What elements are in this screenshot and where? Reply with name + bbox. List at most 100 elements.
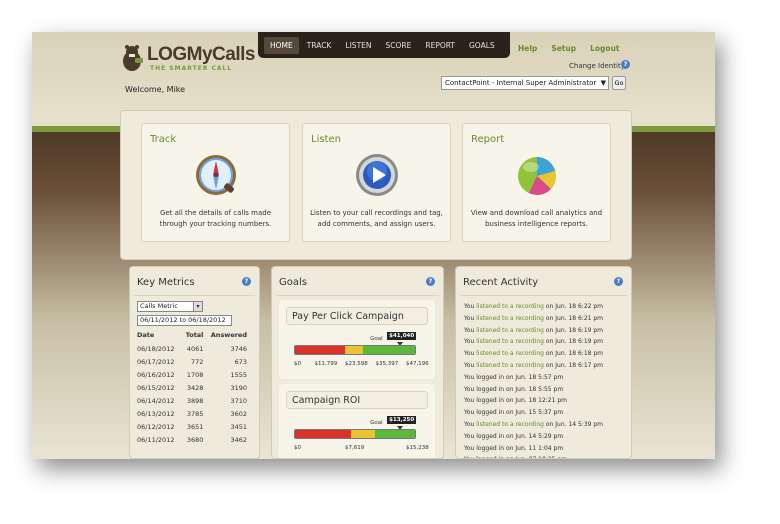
help-icon[interactable]: ? bbox=[614, 277, 623, 286]
feature-track[interactable]: Track Get all the details of calls made … bbox=[141, 123, 290, 242]
identity-select[interactable]: ContactPoint - Internal Super Administra… bbox=[441, 76, 609, 90]
table-row: 06/14/2012 3898 3710 bbox=[137, 394, 247, 407]
cell-answered: 3451 bbox=[230, 422, 247, 431]
activity-action: logged in bbox=[476, 385, 505, 393]
feature-description: View and download call analytics and bus… bbox=[470, 209, 603, 228]
activity-list: You listened to a recording on Jun. 18 6… bbox=[464, 301, 614, 458]
cell-total: 1708 bbox=[186, 370, 204, 379]
main-nav: HOME TRACK LISTEN SCORE REPORT GOALS bbox=[258, 32, 510, 58]
activity-action[interactable]: listened to a recording bbox=[476, 315, 544, 322]
table-row: 06/13/2012 3785 3602 bbox=[137, 407, 247, 420]
goal-bar-segment bbox=[345, 346, 364, 354]
table-header-row: Date Total Answered bbox=[137, 330, 247, 342]
play-icon bbox=[355, 154, 398, 196]
nav-item-score[interactable]: SCORE bbox=[380, 37, 418, 54]
logo-text: LOGMyCalls bbox=[147, 44, 255, 65]
activity-time: on Jun. 18 6:19 pm bbox=[545, 338, 604, 346]
activity-time: on Jun. 18 12:21 pm bbox=[506, 397, 567, 405]
list-item: You logged in on Jun. 18 5:57 pm bbox=[464, 372, 614, 384]
logo-tagline: THE SMARTER CALL bbox=[150, 65, 233, 72]
help-icon[interactable]: ? bbox=[621, 60, 630, 69]
help-icon[interactable]: ? bbox=[426, 277, 435, 286]
goal-tick-label: $11,799 bbox=[314, 361, 338, 367]
feature-listen[interactable]: Listen Listen to your call recordings an… bbox=[302, 123, 451, 242]
cell-date: 06/11/2012 bbox=[137, 435, 175, 444]
activity-time: on Jun. 14 5:29 pm bbox=[506, 432, 564, 440]
goal-tick-label: $0 bbox=[294, 445, 301, 451]
activity-action[interactable]: listened to a recording bbox=[476, 421, 544, 428]
nav-item-home[interactable]: HOME bbox=[264, 36, 299, 54]
nav-item-report[interactable]: REPORT bbox=[419, 37, 461, 54]
nav-item-listen[interactable]: LISTEN bbox=[339, 37, 377, 54]
toplink-logout[interactable]: Logout bbox=[590, 44, 619, 53]
features-panel: Track Get all the details of calls made … bbox=[120, 110, 632, 260]
activity-action: logged in bbox=[476, 432, 505, 440]
beaver-logo-icon bbox=[123, 45, 143, 71]
activity-action: logged in bbox=[476, 409, 505, 417]
list-item: You listened to a recording on Jun. 18 6… bbox=[464, 360, 614, 372]
activity-action: logged in bbox=[476, 373, 505, 381]
activity-action: logged in bbox=[476, 397, 505, 405]
activity-actor: You bbox=[464, 373, 475, 381]
table-row: 06/15/2012 3428 3190 bbox=[137, 381, 247, 394]
metric-select[interactable]: Calls Metric ▾ bbox=[137, 301, 203, 312]
nav-item-track[interactable]: TRACK bbox=[301, 37, 338, 54]
nav-item-goals[interactable]: GOALS bbox=[463, 37, 501, 54]
help-icon[interactable]: ? bbox=[242, 277, 251, 286]
activity-actor: You bbox=[464, 409, 475, 417]
divider bbox=[460, 295, 627, 296]
goal-bar-segment bbox=[295, 346, 346, 354]
activity-action[interactable]: listened to a recording bbox=[476, 303, 544, 310]
list-item: You listened to a recording on Jun. 18 6… bbox=[464, 348, 614, 360]
panel-title: Goals bbox=[279, 277, 307, 288]
activity-action: logged in bbox=[476, 456, 504, 458]
column-header-total: Total bbox=[185, 331, 204, 339]
table-row: 06/11/2012 3680 3462 bbox=[137, 433, 247, 446]
goal-value-badge: $41,040 bbox=[387, 332, 417, 340]
list-item: You logged in on Jun. 07 10:25 am bbox=[464, 454, 614, 458]
goal-value-badge: $13,250 bbox=[387, 416, 417, 424]
panel-title: Recent Activity bbox=[463, 277, 539, 288]
goal-tick-label: $15,238 bbox=[406, 445, 429, 451]
goal-axis-ticks: $0 $11,799 $23,598 $35,397 $47,196 bbox=[294, 361, 430, 369]
table-row: 06/16/2012 1708 1555 bbox=[137, 368, 247, 381]
table-row: 06/17/2012 772 673 bbox=[137, 355, 247, 368]
activity-action[interactable]: listened to a recording bbox=[476, 327, 544, 334]
main-content: Track Get all the details of calls made … bbox=[120, 110, 632, 459]
date-range-input[interactable]: 06/11/2012 to 06/18/2012 bbox=[137, 315, 232, 326]
feature-description: Get all the details of calls made throug… bbox=[159, 209, 272, 228]
activity-action[interactable]: listened to a recording bbox=[476, 350, 544, 357]
activity-action[interactable]: listened to a recording bbox=[476, 338, 544, 345]
feature-report[interactable]: Report View and download call analytics … bbox=[462, 123, 611, 242]
cell-date: 06/16/2012 bbox=[137, 370, 175, 379]
cell-answered: 3190 bbox=[230, 383, 247, 392]
list-item: You listened to a recording on Jun. 18 6… bbox=[464, 301, 614, 313]
metrics-table: Date Total Answered 06/18/2012 4061 3746 06… bbox=[137, 330, 247, 446]
toplink-help[interactable]: Help bbox=[518, 44, 537, 53]
goal-label: Goal bbox=[370, 336, 383, 342]
panel-title: Key Metrics bbox=[137, 277, 195, 288]
list-item: You listened to a recording on Jun. 18 6… bbox=[464, 325, 614, 337]
goals-panel: Goals ? Pay Per Click Campaign Goal $41,04… bbox=[271, 266, 444, 459]
activity-time: on Jun. 18 5:57 pm bbox=[506, 373, 564, 381]
activity-actor: You bbox=[464, 326, 475, 334]
top-links: Help Setup Logout bbox=[518, 44, 620, 53]
divider bbox=[134, 295, 255, 296]
cell-answered: 3746 bbox=[230, 344, 247, 353]
activity-action[interactable]: listened to a recording bbox=[476, 362, 544, 369]
goal-card[interactable]: Campaign ROI Goal $13,250 $0 $7,619 $15,238 bbox=[279, 384, 435, 458]
activity-time: on Jun. 18 6:17 pm bbox=[545, 361, 604, 369]
feature-title: Report bbox=[471, 134, 505, 145]
logo[interactable]: LOGMyCalls THE SMARTER CALL bbox=[120, 40, 260, 74]
cell-answered: 1555 bbox=[230, 370, 247, 379]
cell-total: 3651 bbox=[186, 422, 204, 431]
go-button[interactable]: Go bbox=[612, 76, 626, 90]
goal-tick-label: $7,619 bbox=[345, 445, 365, 451]
cell-total: 4061 bbox=[186, 344, 204, 353]
activity-time: on Jun. 14 5:39 pm bbox=[545, 420, 604, 428]
cell-date: 06/15/2012 bbox=[137, 383, 175, 392]
toplink-setup[interactable]: Setup bbox=[551, 44, 576, 53]
goal-bar-segment bbox=[363, 346, 415, 354]
change-identity-label: Change Identity: bbox=[569, 62, 627, 70]
goal-card[interactable]: Pay Per Click Campaign Goal $41,040 $0 $11,7… bbox=[279, 300, 435, 379]
